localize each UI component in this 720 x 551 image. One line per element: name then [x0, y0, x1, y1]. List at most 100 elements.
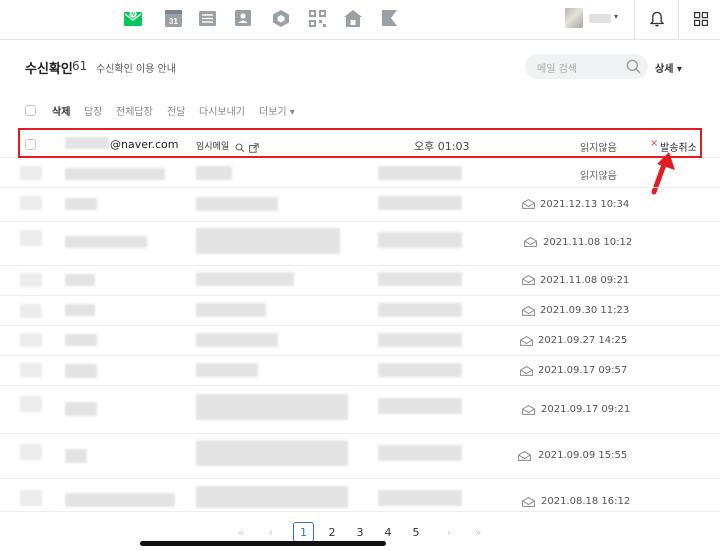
table-row — [20, 333, 42, 347]
subject-blurred — [196, 303, 266, 317]
divider — [634, 0, 635, 40]
time-blurred — [378, 490, 462, 506]
read-date: 2021.08.18 16:12 — [541, 496, 631, 507]
subject-blurred — [196, 228, 340, 254]
subject-blurred — [196, 363, 258, 377]
last-page-button[interactable]: » — [468, 526, 488, 539]
time-blurred — [378, 445, 462, 461]
recipient-blurred — [65, 334, 97, 346]
time-blurred — [378, 196, 462, 210]
recipient-blurred — [65, 198, 97, 210]
subject-blurred — [196, 394, 348, 420]
reply-all-button[interactable]: 전체답장 — [116, 103, 153, 118]
notification-bell-icon[interactable] — [646, 8, 668, 30]
caret-down-icon: ▾ — [614, 12, 619, 21]
mail-badge: N — [131, 12, 135, 18]
table-row — [20, 363, 42, 377]
calendar-day: 31 — [169, 17, 178, 26]
envelope-open-icon — [518, 451, 531, 461]
page-5-button[interactable]: 5 — [406, 526, 426, 539]
row-divider — [0, 221, 720, 222]
recipient-blurred — [65, 168, 165, 180]
table-row — [20, 490, 42, 506]
bookmark-icon[interactable] — [380, 9, 398, 27]
table-row — [20, 230, 42, 246]
resend-button[interactable]: 다시보내기 — [199, 103, 245, 118]
table-row — [20, 166, 42, 180]
page-2-button[interactable]: 2 — [322, 526, 342, 539]
read-date: 2021.09.09 15:55 — [538, 450, 628, 461]
address-book-icon[interactable] — [234, 9, 252, 27]
subject-blurred — [196, 440, 348, 466]
next-page-button[interactable]: › — [439, 526, 459, 539]
read-date: 2021.11.08 10:12 — [543, 237, 633, 248]
guide-link[interactable]: 수신확인 이용 안내 — [96, 60, 176, 75]
delete-button[interactable]: 삭제 — [52, 103, 70, 118]
more-button[interactable]: 더보기 ▾ — [259, 103, 295, 118]
time-blurred — [378, 303, 462, 317]
row-divider — [0, 478, 720, 479]
recipient-blurred — [65, 274, 95, 286]
calendar-icon[interactable]: 31 — [164, 9, 182, 27]
envelope-open-icon — [520, 366, 533, 376]
recipient-blurred — [65, 364, 97, 378]
time-blurred — [378, 333, 462, 347]
page-4-button[interactable]: 4 — [378, 526, 398, 539]
page-3-button[interactable]: 3 — [350, 526, 370, 539]
read-date: 2021.09.27 14:25 — [538, 335, 628, 346]
envelope-open-icon — [522, 497, 535, 507]
profile-name-blurred — [589, 14, 611, 23]
detail-search-button[interactable]: 상세 ▾ — [655, 60, 682, 75]
first-page-button[interactable]: « — [231, 526, 251, 539]
time-blurred — [378, 232, 462, 248]
page-1-button[interactable]: 1 — [293, 522, 314, 542]
forward-button[interactable]: 전달 — [167, 103, 185, 118]
recipient-blurred — [65, 449, 87, 463]
subject-blurred — [196, 166, 232, 180]
table-row — [20, 396, 42, 412]
mail-toolbar: 삭제 답장 전체답장 전달 다시보내기 더보기 ▾ — [0, 96, 720, 126]
time-blurred — [378, 272, 462, 286]
envelope-open-icon — [520, 336, 533, 346]
mail-app-icon[interactable]: N — [124, 9, 142, 27]
row-divider — [0, 187, 720, 188]
reply-button[interactable]: 답장 — [84, 103, 102, 118]
all-services-grid-icon[interactable] — [690, 8, 712, 30]
time-blurred — [378, 166, 462, 180]
recipient-blurred — [65, 236, 147, 248]
search-placeholder: 메일 검색 — [537, 64, 577, 75]
search-input[interactable]: 메일 검색 — [525, 54, 648, 79]
mail-count: 61 — [72, 59, 88, 73]
avatar — [565, 8, 583, 28]
divider — [678, 0, 679, 40]
row-divider — [0, 295, 720, 296]
table-row — [20, 273, 42, 287]
envelope-open-icon — [522, 405, 535, 415]
subject-blurred — [196, 486, 348, 508]
subject-blurred — [196, 197, 278, 211]
envelope-open-icon — [524, 237, 537, 247]
time-blurred — [378, 363, 462, 377]
home-icon[interactable] — [344, 9, 362, 27]
prev-page-button[interactable]: ‹ — [261, 526, 281, 539]
highlight-box — [18, 128, 702, 158]
read-date: 2021.11.08 09:21 — [540, 275, 630, 286]
row-divider — [0, 325, 720, 326]
table-row — [20, 304, 42, 318]
contacts-list-icon[interactable] — [198, 9, 216, 27]
table-row — [20, 444, 42, 460]
row-divider — [0, 433, 720, 434]
envelope-open-icon — [522, 275, 535, 285]
select-all-checkbox[interactable] — [25, 105, 36, 116]
home-indicator — [140, 541, 386, 546]
qr-apps-icon[interactable] — [308, 9, 326, 27]
read-date: 2021.09.17 09:21 — [541, 404, 631, 415]
row-divider — [0, 385, 720, 386]
time-blurred — [378, 398, 462, 414]
profile-menu[interactable]: ▾ — [565, 8, 621, 28]
pointer-arrow-annotation — [651, 152, 675, 195]
search-icon[interactable] — [626, 59, 641, 78]
row-divider — [0, 355, 720, 356]
subject-blurred — [196, 272, 294, 286]
office-icon[interactable] — [272, 9, 290, 27]
